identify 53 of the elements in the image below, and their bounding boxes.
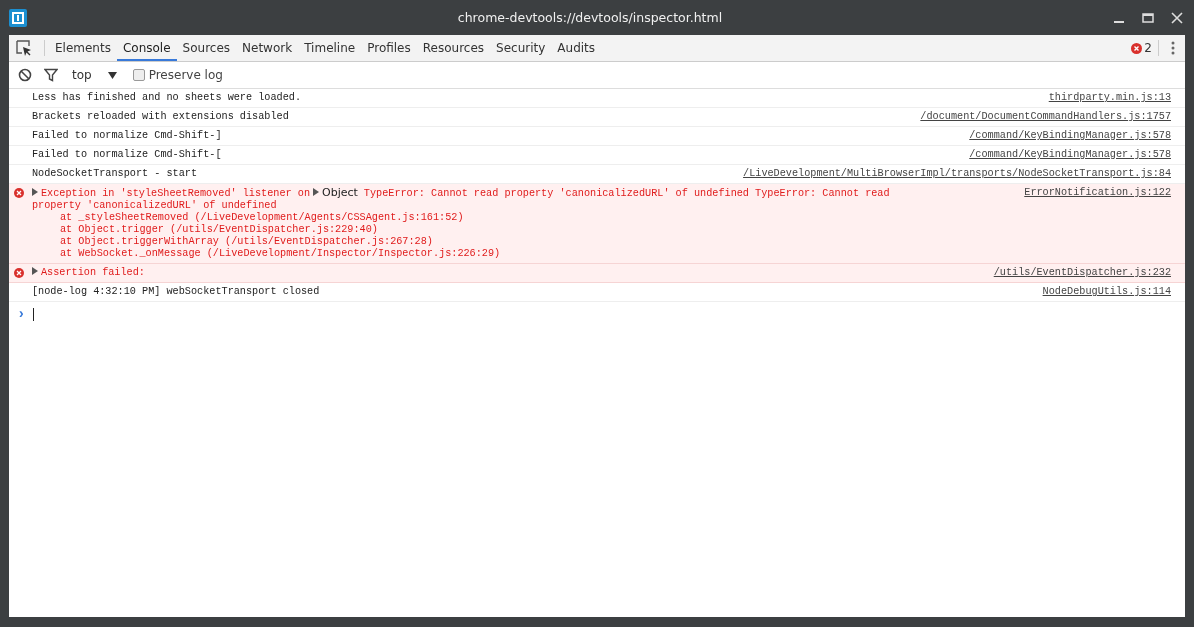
close-icon[interactable] (1171, 11, 1183, 24)
filter-icon[interactable] (44, 68, 58, 82)
error-message: TypeError: Cannot read property 'canonicalizedURL' of undefined TypeError: Cannot read (363, 188, 890, 199)
tab[interactable]: Sources (176, 37, 237, 61)
console-message: Failed to normalize Cmd-Shift-[ (32, 149, 222, 160)
tab[interactable]: Console (116, 37, 177, 61)
source-link[interactable]: /document/DocumentCommandHandlers.js:1757 (920, 111, 1171, 123)
expand-triangle-icon[interactable] (32, 267, 38, 275)
console-message: Brackets reloaded with extensions disabled (32, 111, 289, 122)
error-message: property 'canonicalizedURL' of undefined (32, 200, 278, 212)
source-link[interactable]: thirdparty.min.js:13 (1048, 92, 1171, 104)
source-link[interactable]: /command/KeyBindingManager.js:578 (969, 149, 1171, 161)
caret-icon (107, 71, 117, 79)
more-menu-icon[interactable] (1171, 41, 1175, 55)
tab[interactable]: Resources (416, 37, 491, 61)
tab[interactable]: Timeline (298, 37, 362, 61)
console-message: Assertion failed: (41, 267, 145, 278)
source-link[interactable]: /utils/EventDispatcher.js:232 (993, 267, 1171, 279)
tab[interactable]: Profiles (361, 37, 417, 61)
object-label[interactable]: Object (322, 186, 358, 199)
prompt-icon: › (17, 306, 26, 322)
window-title: chrome-devtools://devtools/inspector.html (456, 10, 724, 25)
console-message: Failed to normalize Cmd-Shift-] (32, 130, 222, 141)
expand-triangle-icon[interactable] (32, 188, 38, 196)
console-message: Exception in 'styleSheetRemoved' listener on (41, 188, 310, 199)
text-cursor (33, 307, 35, 321)
console-message: Less has finished and no sheets were loaded. (32, 92, 301, 103)
checkbox[interactable] (132, 69, 145, 81)
tab[interactable]: Audits (551, 37, 602, 61)
maximize-icon[interactable] (1142, 11, 1154, 24)
error-icon (14, 188, 24, 198)
source-link[interactable]: /command/KeyBindingManager.js:578 (969, 130, 1171, 142)
source-link[interactable]: /LiveDevelopment/MultiBrowserImpl/transports/NodeSocketTransport.js:84 (743, 168, 1171, 180)
stack-frame: at Object.trigger (/utils/EventDispatcher.js:229:40) (32, 224, 1001, 236)
tab[interactable]: Security (490, 37, 552, 61)
stack-frame: at Object.triggerWithArray (/utils/EventDispatcher.js:267:28) (32, 236, 1001, 248)
expand-triangle-icon[interactable] (313, 188, 319, 196)
console-message: NodeSocketTransport - start (32, 168, 198, 179)
source-link[interactable]: ErrorNotification.js:122 (1024, 187, 1171, 199)
console-message: [node-log 4:32:10 PM] webSocketTransport closed (32, 286, 320, 297)
tab[interactable]: Network (236, 37, 299, 61)
error-count[interactable]: 2 (1144, 41, 1152, 55)
tab[interactable]: Elements (49, 37, 117, 61)
inspect-element-icon[interactable] (16, 40, 32, 56)
checkbox-label: Preserve log (148, 68, 223, 82)
stack-frame: at WebSocket._onMessage (/LiveDevelopment/Inspector/Inspector.js:226:29) (32, 248, 1001, 260)
clear-console-icon[interactable] (18, 68, 32, 82)
error-icon[interactable] (1131, 42, 1143, 54)
source-link[interactable]: NodeDebugUtils.js:114 (1042, 286, 1171, 298)
error-icon (14, 268, 24, 278)
app-icon (9, 8, 27, 27)
context-dropdown[interactable]: top (70, 68, 119, 82)
stack-frame: at _styleSheetRemoved (/LiveDevelopment/Agents/CSSAgent.js:161:52) (32, 212, 1001, 224)
